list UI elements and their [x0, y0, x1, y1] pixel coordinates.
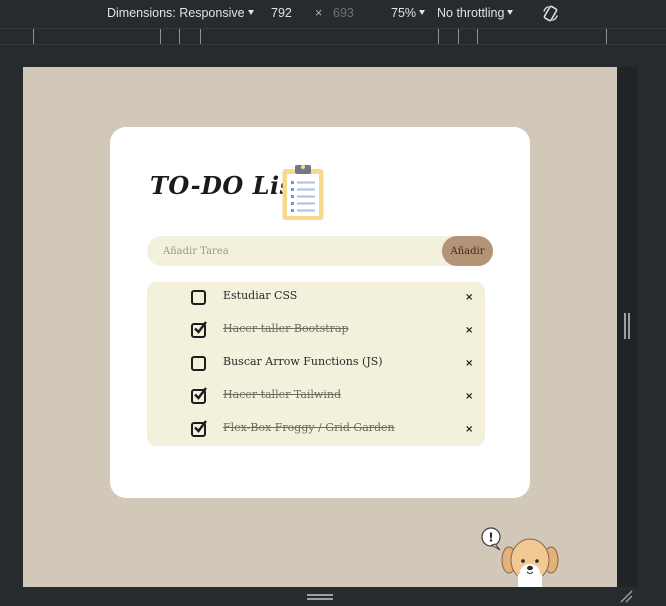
- chevron-down-icon: [247, 10, 254, 15]
- task-label: Estudiar CSS: [223, 289, 298, 302]
- todo-card: TO-DO List Añadir Estudia: [110, 127, 530, 498]
- task-row: Estudiar CSS ×: [147, 288, 485, 308]
- ruler-tick: [477, 29, 478, 44]
- throttling-label: No throttling: [437, 6, 505, 20]
- throttling-dropdown[interactable]: No throttling: [437, 6, 514, 20]
- task-input[interactable]: [147, 236, 443, 266]
- task-label: Buscar Arrow Functions (JS): [223, 355, 383, 368]
- ruler-tick: [438, 29, 439, 44]
- delete-task-button[interactable]: ×: [465, 423, 473, 437]
- zoom-dropdown[interactable]: 75%: [391, 6, 426, 20]
- dimensions-separator: ×: [315, 6, 323, 20]
- ruler-tick: [160, 29, 161, 44]
- task-checkbox[interactable]: [191, 387, 207, 404]
- task-row: Hacer taller Bootstrap ×: [147, 321, 485, 341]
- task-label: Hacer taller Bootstrap: [223, 322, 349, 335]
- devtools-toolbar: Dimensions: Responsive 792 × 693 75% No …: [0, 0, 666, 28]
- ruler-tick: [33, 29, 34, 44]
- ruler-tick: [200, 29, 201, 44]
- speech-bubble-text: !: [488, 531, 493, 545]
- chevron-down-icon: [419, 10, 426, 15]
- add-task-form: Añadir: [147, 236, 493, 266]
- ruler-tick: [458, 29, 459, 44]
- chevron-down-icon: [507, 10, 514, 15]
- resize-height-handle[interactable]: [307, 594, 333, 600]
- zoom-label: 75%: [391, 6, 417, 20]
- resize-width-handle[interactable]: [624, 313, 630, 339]
- task-list: Estudiar CSS × Hacer taller Bootstrap × …: [147, 282, 485, 446]
- media-query-ruler: [0, 28, 666, 45]
- task-row: Buscar Arrow Functions (JS) ×: [147, 354, 485, 374]
- task-label: Hacer taller Tailwind: [223, 388, 341, 401]
- rotate-icon[interactable]: [541, 4, 560, 23]
- task-label: Flex-Box Froggy / Grid Garden: [223, 421, 395, 434]
- task-checkbox[interactable]: [191, 321, 207, 338]
- check-icon: [194, 420, 207, 433]
- delete-task-button[interactable]: ×: [465, 324, 473, 338]
- height-input[interactable]: 693: [333, 6, 354, 20]
- delete-task-button[interactable]: ×: [465, 291, 473, 305]
- add-task-button[interactable]: Añadir: [442, 236, 493, 266]
- check-icon: [194, 387, 207, 400]
- dimensions-label: Dimensions: Responsive: [107, 6, 245, 20]
- clipboard-icon: [282, 165, 324, 220]
- emulated-viewport: TO-DO List Añadir Estudia: [23, 67, 617, 587]
- delete-task-button[interactable]: ×: [465, 357, 473, 371]
- resize-corner-handle[interactable]: [619, 589, 633, 603]
- task-checkbox[interactable]: [191, 290, 206, 305]
- task-row: Hacer taller Tailwind ×: [147, 387, 485, 407]
- check-icon: [194, 321, 207, 334]
- task-row: Flex-Box Froggy / Grid Garden ×: [147, 420, 485, 440]
- delete-task-button[interactable]: ×: [465, 390, 473, 404]
- dimensions-dropdown[interactable]: Dimensions: Responsive: [107, 6, 254, 20]
- task-checkbox[interactable]: [191, 420, 207, 437]
- width-input[interactable]: 792: [271, 6, 292, 20]
- dog-mascot-illustration: !: [481, 527, 559, 587]
- ruler-tick: [606, 29, 607, 44]
- task-checkbox[interactable]: [191, 356, 206, 371]
- ruler-tick: [179, 29, 180, 44]
